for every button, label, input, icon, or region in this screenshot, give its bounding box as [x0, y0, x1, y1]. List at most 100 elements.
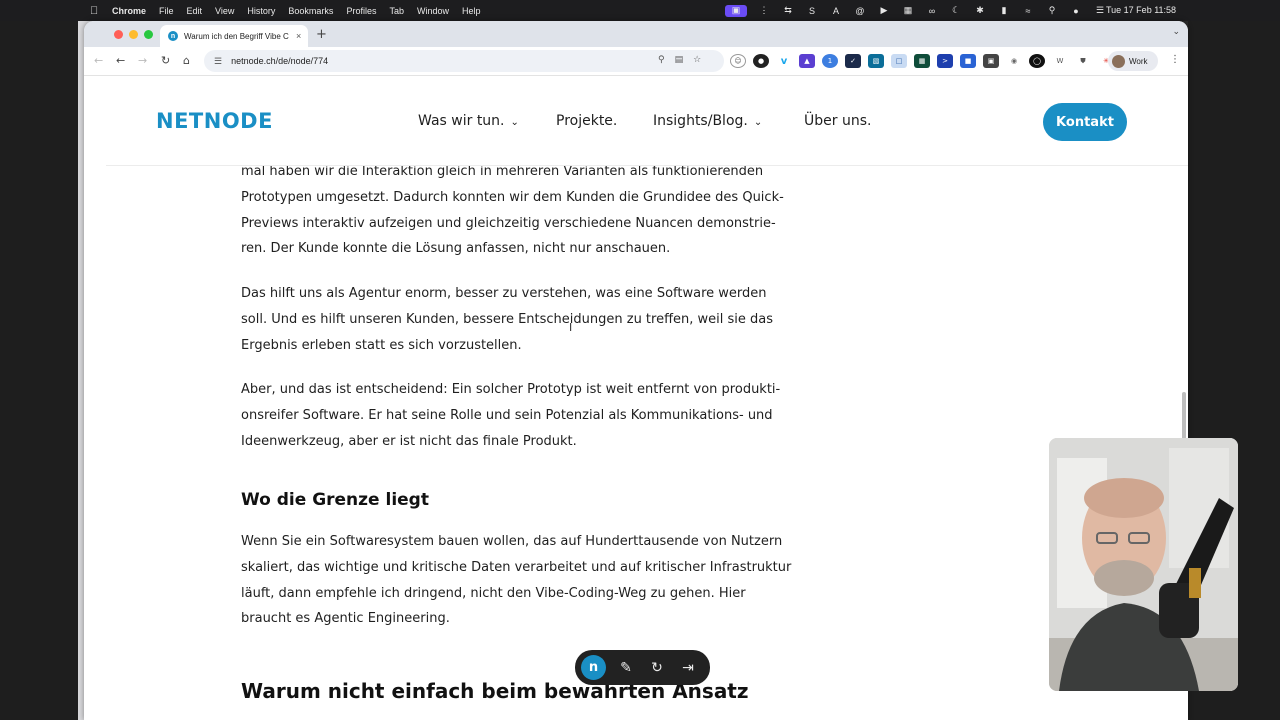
- menu-help[interactable]: Help: [462, 6, 481, 16]
- extension-dark-icon[interactable]: ●: [753, 54, 769, 68]
- grid-icon[interactable]: ⋮: [757, 5, 771, 17]
- chrome-menu-icon[interactable]: ⋮: [1170, 54, 1180, 65]
- cast-icon[interactable]: ▤: [675, 55, 684, 65]
- site-info-icon[interactable]: ☰: [214, 56, 222, 67]
- netnode-app-button[interactable]: n: [581, 655, 606, 680]
- home-button[interactable]: ⌂: [183, 54, 190, 67]
- omnibox-actions: ⚲ ▤ ☆: [658, 55, 701, 65]
- bluetooth-icon[interactable]: ✱: [973, 5, 987, 17]
- nav-insights-blog[interactable]: Insights/Blog. ⌄: [653, 113, 762, 129]
- menu-file[interactable]: File: [159, 6, 174, 16]
- sidebar-back-icon: ←: [94, 54, 104, 67]
- text-line: Wenn Sie ein Softwaresystem bauen wollen…: [241, 534, 783, 549]
- wifi-icon[interactable]: ≈: [1021, 5, 1035, 17]
- scrollbar-thumb[interactable]: [1182, 392, 1186, 442]
- refresh-icon[interactable]: ↻: [646, 657, 668, 679]
- menu-edit[interactable]: Edit: [187, 6, 203, 16]
- vimeo-icon[interactable]: v: [776, 54, 792, 68]
- extension-doc-icon[interactable]: □: [891, 54, 907, 68]
- extension-green-icon[interactable]: ▦: [914, 54, 930, 68]
- exit-icon[interactable]: ⇥: [677, 657, 699, 679]
- zoom-icon[interactable]: ⚲: [658, 55, 665, 65]
- menu-history[interactable]: History: [247, 6, 275, 16]
- extension-terminal-icon[interactable]: >: [937, 54, 953, 68]
- glasses-icon[interactable]: ∞: [925, 5, 939, 17]
- nav-was-wir-tun[interactable]: Was wir tun. ⌄: [418, 113, 519, 129]
- text-line: Ideenwerkzeug, aber er ist nicht das fin…: [241, 433, 577, 449]
- extension-grey-icon[interactable]: ▣: [983, 54, 999, 68]
- tab-search-chevron-icon[interactable]: ⌄: [1172, 27, 1180, 37]
- extension-face-icon[interactable]: ☺: [730, 54, 746, 68]
- profile-avatar: [1112, 54, 1125, 68]
- text-line: Ergebnis erleben statt es sich vorzustel…: [241, 337, 522, 353]
- tab-title: Warum ich den Begriff Vibe C: [184, 31, 289, 41]
- extension-box-icon[interactable]: ■: [960, 54, 976, 68]
- nav-projekte[interactable]: Projekte.: [556, 113, 617, 129]
- paragraph-3: Aber, und das ist entscheidend: Ein solc…: [241, 377, 801, 454]
- zoom-window-button[interactable]: [144, 30, 153, 39]
- chevron-down-icon: ⌄: [753, 117, 763, 128]
- camera-icon[interactable]: ◉: [1006, 54, 1022, 68]
- paragraph-1: mal haben wir die Interaktion gleich in …: [241, 159, 801, 262]
- menu-window[interactable]: Window: [417, 6, 449, 16]
- netnode-favicon-icon: n: [168, 31, 178, 41]
- kontakt-button[interactable]: Kontakt: [1043, 103, 1127, 141]
- menu-bookmarks[interactable]: Bookmarks: [288, 6, 333, 16]
- menu-profiles[interactable]: Profiles: [346, 6, 376, 16]
- active-tab[interactable]: n Warum ich den Begriff Vibe C ×: [160, 25, 308, 47]
- control-center-icon[interactable]: ☰: [1093, 5, 1107, 17]
- profile-button[interactable]: Work: [1108, 51, 1158, 71]
- menu-tab[interactable]: Tab: [389, 6, 404, 16]
- tab-strip: n Warum ich den Begriff Vibe C × + ⌄: [84, 21, 1188, 47]
- netnode-logo[interactable]: NETNODE: [156, 109, 273, 133]
- minimize-window-button[interactable]: [129, 30, 138, 39]
- nav-label: Was wir tun.: [418, 113, 505, 129]
- screen-record-icon[interactable]: ▣: [725, 4, 747, 17]
- display-icon[interactable]: ▦: [901, 5, 915, 17]
- wordpress-icon[interactable]: W: [1052, 54, 1068, 68]
- arrows-icon[interactable]: ⇆: [781, 5, 795, 17]
- close-window-button[interactable]: [114, 30, 123, 39]
- menu-view[interactable]: View: [215, 6, 234, 16]
- page-viewport: NETNODE Was wir tun. ⌄ Projekte. Insights…: [106, 76, 1188, 720]
- text-line: Previews interaktiv aufzeigen und gleich…: [241, 215, 776, 231]
- reload-button[interactable]: ↻: [161, 54, 170, 67]
- paragraph-4: Wenn Sie ein Softwaresystem bauen wollen…: [241, 529, 801, 632]
- moon-icon[interactable]: ☾: [949, 5, 963, 17]
- address-bar[interactable]: ☰ netnode.ch/de/node/774: [204, 50, 724, 72]
- text-line: braucht es Agentic Engineering.: [241, 611, 450, 627]
- extension-purple-icon[interactable]: ▲: [799, 54, 815, 68]
- extension-circle-icon[interactable]: ◯: [1029, 54, 1045, 68]
- bookmark-star-icon[interactable]: ☆: [693, 55, 701, 65]
- text-line: Prototypen umgesetzt. Dadurch konnten wi…: [241, 189, 784, 205]
- a-icon[interactable]: A: [829, 5, 843, 17]
- browser-toolbar: ← ← → ↻ ⌂ ☰ netnode.ch/de/node/774 ⚲ ▤ ☆…: [84, 47, 1188, 76]
- extension-blue-icon[interactable]: ▧: [868, 54, 884, 68]
- battery-icon[interactable]: ▮: [997, 5, 1011, 17]
- text-line: Das hilft uns als Agentur enorm, besser …: [241, 286, 767, 301]
- macos-menubar:  Chrome File Edit View History Bookmark…: [0, 0, 1280, 21]
- siri-icon[interactable]: ●: [1069, 5, 1083, 17]
- skype-icon[interactable]: S: [805, 5, 819, 17]
- tab-close-icon[interactable]: ×: [296, 31, 301, 41]
- edit-icon[interactable]: ✎: [615, 657, 637, 679]
- at-icon[interactable]: @: [853, 5, 867, 17]
- url-text: netnode.ch/de/node/774: [231, 56, 329, 66]
- menu-app-chrome[interactable]: Chrome: [112, 6, 146, 16]
- section-heading: Wo die Grenze liegt: [241, 490, 429, 510]
- extension-check-icon[interactable]: ✓: [845, 54, 861, 68]
- desktop-left: [0, 21, 78, 720]
- webcam-overlay: [1049, 438, 1238, 691]
- menubar-clock[interactable]: Tue 17 Feb 11:58: [1106, 0, 1176, 21]
- text-line: soll. Und es hilft unseren Kunden, besse…: [241, 311, 774, 327]
- forward-button[interactable]: →: [138, 54, 147, 67]
- back-button[interactable]: ←: [116, 54, 125, 67]
- nav-ueber-uns[interactable]: Über uns.: [804, 113, 871, 129]
- apple-menu-icon[interactable]: : [90, 5, 102, 17]
- shield-icon[interactable]: ⛊: [1075, 54, 1091, 68]
- search-icon[interactable]: ⚲: [1045, 5, 1059, 17]
- onepassword-icon[interactable]: 1: [822, 54, 838, 68]
- text-line: onsreifer Software. Er hat seine Rolle u…: [241, 407, 773, 423]
- new-tab-button[interactable]: +: [316, 27, 327, 42]
- play-icon[interactable]: ▶: [877, 5, 891, 17]
